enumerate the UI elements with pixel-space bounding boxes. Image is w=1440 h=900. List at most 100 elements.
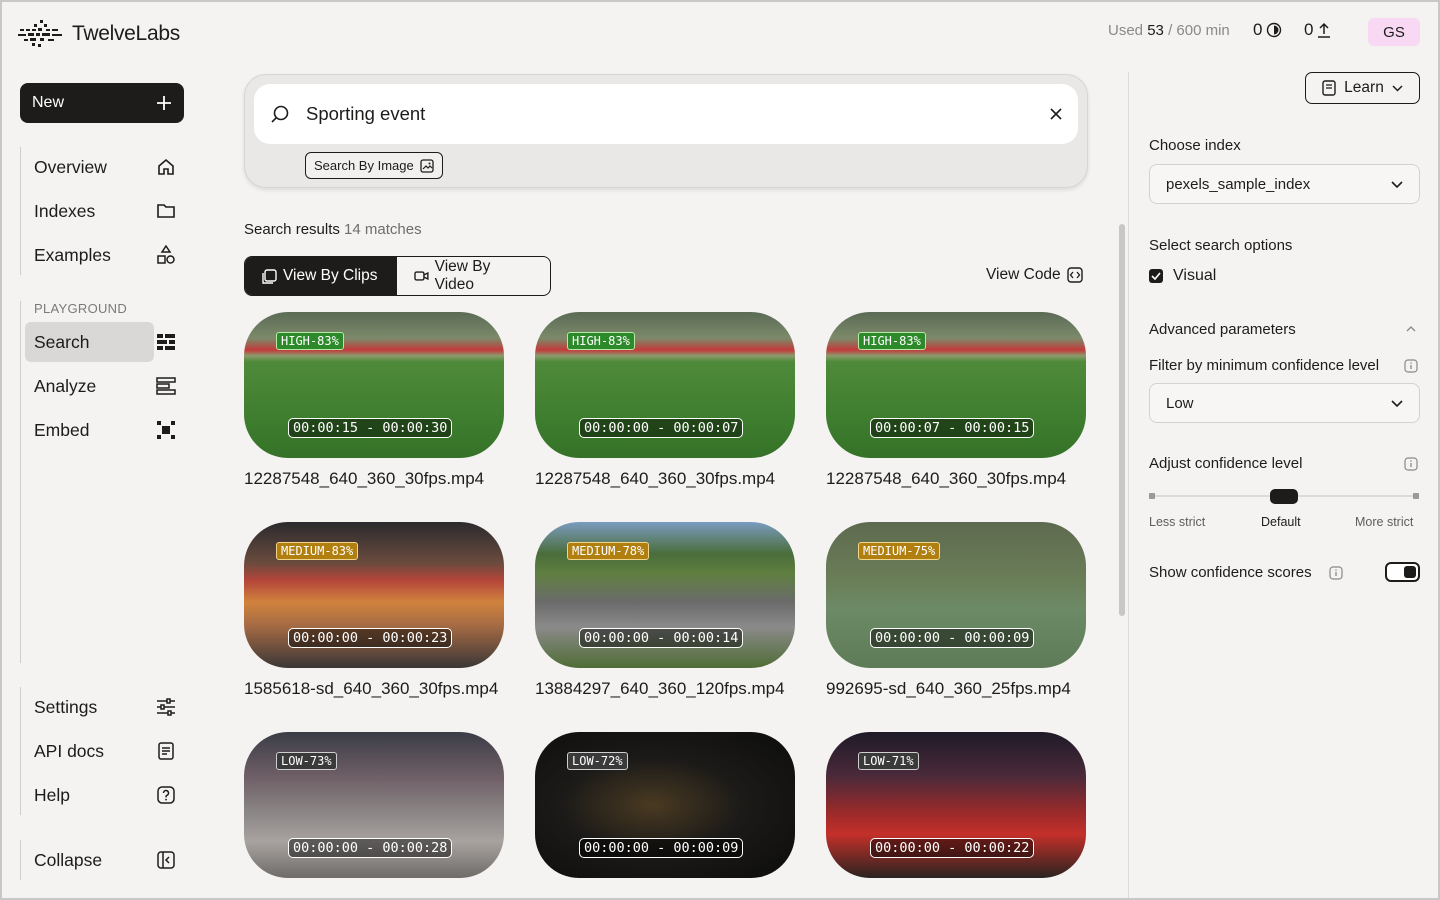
nav-help-label: Help	[34, 784, 70, 805]
clear-search-icon[interactable]	[1050, 108, 1062, 120]
search-query[interactable]: Sporting event	[306, 103, 1050, 125]
video-camera-icon	[414, 271, 429, 281]
playground-section-label: PLAYGROUND	[34, 301, 128, 316]
min-confidence-value: Low	[1166, 394, 1194, 412]
clip-timecode: 00:00:00 - 00:00:22	[870, 838, 1035, 858]
clip-timecode: 00:00:00 - 00:00:23	[288, 628, 453, 648]
view-toggle: View By Clips View By Video	[244, 256, 551, 296]
clip-thumbnail[interactable]: LOW-73% 00:00:00 - 00:00:28	[244, 732, 504, 878]
home-icon	[155, 156, 177, 178]
chevron-down-icon	[1391, 180, 1403, 188]
slider-stop-low[interactable]	[1149, 493, 1155, 499]
new-button[interactable]: New	[20, 83, 184, 123]
search-icon	[271, 105, 289, 123]
tasks-count: 0	[1253, 20, 1263, 39]
result-card[interactable]: LOW-71% 00:00:00 - 00:00:22	[826, 732, 1086, 889]
confidence-slider-handle[interactable]	[1270, 489, 1298, 504]
twelvelabs-logo[interactable]: TwelveLabs	[18, 18, 180, 50]
confidence-badge: MEDIUM-83%	[276, 542, 359, 560]
chevron-up-icon[interactable]	[1406, 326, 1416, 332]
result-card[interactable]: MEDIUM-83% 00:00:00 - 00:00:23 1585618-sd_…	[244, 522, 504, 699]
default-label: Default	[1261, 515, 1301, 529]
index-select[interactable]: pexels_sample_index	[1149, 164, 1420, 204]
search-grid-icon	[155, 331, 177, 353]
nav-indexes-label: Indexes	[34, 200, 96, 221]
show-scores-label: Show confidence scores	[1149, 564, 1312, 581]
clip-thumbnail[interactable]: MEDIUM-83% 00:00:00 - 00:00:23	[244, 522, 504, 668]
show-scores-toggle[interactable]	[1385, 562, 1420, 582]
visual-option[interactable]: Visual	[1149, 267, 1216, 285]
info-icon[interactable]	[1404, 359, 1418, 373]
result-card[interactable]: HIGH-83% 00:00:15 - 00:00:30 12287548_640_…	[244, 312, 504, 489]
nav-search[interactable]: Search	[25, 322, 185, 362]
result-card[interactable]: LOW-73% 00:00:00 - 00:00:28	[244, 732, 504, 889]
nav-embed[interactable]: Embed	[25, 410, 185, 450]
clip-thumbnail[interactable]: LOW-72% 00:00:00 - 00:00:09	[535, 732, 795, 878]
clip-filename: 13884297_640_360_120fps.mp4	[535, 679, 785, 698]
visual-checkbox[interactable]	[1149, 269, 1163, 283]
view-by-clips-tab[interactable]: View By Clips	[245, 257, 397, 295]
result-card[interactable]: HIGH-83% 00:00:07 - 00:00:15 12287548_640_…	[826, 312, 1086, 489]
logo-mark-icon	[18, 20, 62, 47]
sliders-icon	[155, 696, 177, 718]
user-avatar[interactable]: GS	[1368, 18, 1420, 46]
clip-thumbnail[interactable]: HIGH-83% 00:00:07 - 00:00:15	[826, 312, 1086, 458]
clip-thumbnail[interactable]: MEDIUM-75% 00:00:00 - 00:00:09	[826, 522, 1086, 668]
collapse-button[interactable]: Collapse	[25, 840, 185, 880]
clip-thumbnail[interactable]: LOW-71% 00:00:00 - 00:00:22	[826, 732, 1086, 878]
result-card[interactable]: LOW-72% 00:00:00 - 00:00:09	[535, 732, 795, 889]
min-confidence-label: Filter by minimum confidence level	[1149, 357, 1380, 374]
search-bar[interactable]: Sporting event	[254, 84, 1078, 144]
result-card[interactable]: MEDIUM-75% 00:00:00 - 00:00:09 992695-sd_6…	[826, 522, 1086, 699]
uploads-counter[interactable]: 0	[1304, 20, 1331, 40]
clip-thumbnail[interactable]: HIGH-83% 00:00:00 - 00:00:07	[535, 312, 795, 458]
nav-examples[interactable]: Examples	[25, 235, 185, 275]
nav-embed-label: Embed	[34, 419, 90, 440]
folder-icon	[155, 200, 177, 222]
clip-thumbnail[interactable]: MEDIUM-78% 00:00:00 - 00:00:14	[535, 522, 795, 668]
index-select-value: pexels_sample_index	[1166, 175, 1311, 193]
clip-thumbnail[interactable]: HIGH-83% 00:00:15 - 00:00:30	[244, 312, 504, 458]
nav-api-docs[interactable]: API docs	[25, 731, 185, 771]
nav-analyze[interactable]: Analyze	[25, 366, 185, 406]
search-panel: Sporting event Search By Image	[244, 74, 1088, 188]
image-search-icon	[420, 158, 434, 173]
panel-divider	[1128, 72, 1129, 900]
confidence-badge: LOW-71%	[858, 752, 919, 770]
nav-examples-label: Examples	[34, 244, 111, 265]
result-card[interactable]: MEDIUM-78% 00:00:00 - 00:00:14 13884297_64…	[535, 522, 795, 699]
result-card[interactable]: HIGH-83% 00:00:00 - 00:00:07 12287548_640_…	[535, 312, 795, 489]
nav-api-docs-label: API docs	[34, 740, 105, 761]
info-icon[interactable]	[1329, 566, 1343, 580]
slider-stop-high[interactable]	[1413, 493, 1419, 499]
info-icon[interactable]	[1404, 457, 1418, 471]
clip-filename: 992695-sd_640_360_25fps.mp4	[826, 679, 1071, 698]
learn-button[interactable]: Learn	[1305, 72, 1420, 104]
usage-used: 53	[1147, 22, 1164, 39]
view-by-video-tab[interactable]: View By Video	[397, 257, 550, 295]
advanced-parameters-label[interactable]: Advanced parameters	[1149, 321, 1296, 338]
view-code-button[interactable]: View Code	[986, 266, 1083, 284]
usage-prefix: Used	[1108, 22, 1144, 39]
search-by-image-label: Search By Image	[314, 158, 414, 173]
book-icon	[1322, 80, 1336, 96]
nav-analyze-label: Analyze	[34, 375, 97, 396]
search-options-label: Select search options	[1149, 237, 1293, 254]
adjust-confidence-label: Adjust confidence level	[1149, 455, 1303, 472]
results-scrollbar[interactable]	[1119, 224, 1125, 616]
tasks-counter[interactable]: 0	[1253, 20, 1282, 40]
confidence-badge: MEDIUM-75%	[858, 542, 941, 560]
clip-filename: 12287548_640_360_30fps.mp4	[826, 469, 1067, 488]
progress-circle-icon	[1267, 22, 1282, 38]
search-by-image-button[interactable]: Search By Image	[305, 152, 443, 179]
clip-filename: 12287548_640_360_30fps.mp4	[535, 469, 776, 488]
nav-overview[interactable]: Overview	[25, 147, 185, 187]
confidence-badge: LOW-72%	[567, 752, 628, 770]
nav-help[interactable]: Help	[25, 775, 185, 815]
checkmark-icon	[1151, 272, 1161, 280]
nav-indexes[interactable]: Indexes	[25, 191, 185, 231]
help-icon	[155, 784, 177, 806]
confidence-badge: HIGH-83%	[567, 332, 635, 350]
min-confidence-select[interactable]: Low	[1149, 383, 1420, 423]
nav-settings[interactable]: Settings	[25, 687, 185, 727]
